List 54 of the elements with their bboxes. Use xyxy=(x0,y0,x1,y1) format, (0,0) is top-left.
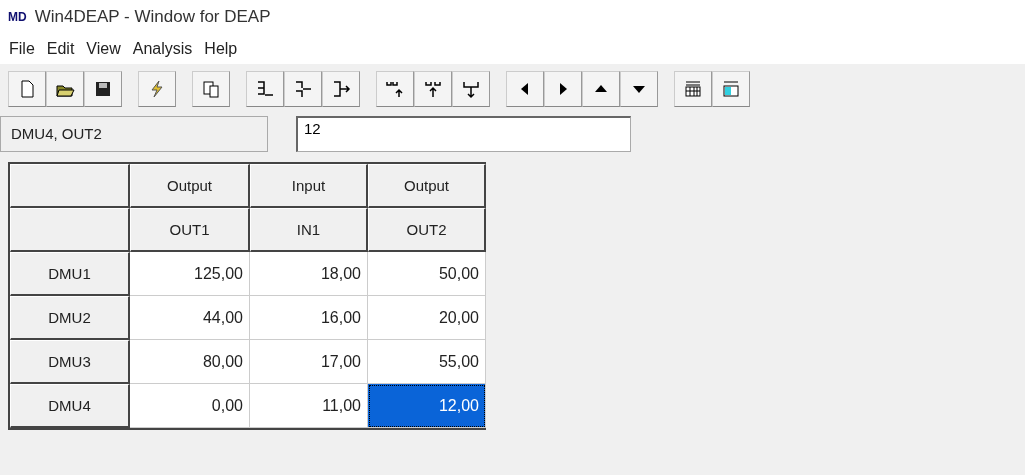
menu-item[interactable]: Analysis xyxy=(127,38,198,60)
table-cell[interactable]: 125,00 xyxy=(130,252,250,296)
toolbar-button[interactable] xyxy=(84,71,122,107)
toolbar-button[interactable] xyxy=(620,71,658,107)
menu-item[interactable]: Help xyxy=(199,38,243,60)
insert-column-icon xyxy=(293,79,313,99)
row-header[interactable]: DMU3 xyxy=(10,340,130,384)
insert-column-icon xyxy=(255,79,275,99)
column-header[interactable]: OUT2 xyxy=(368,208,486,252)
save-icon xyxy=(93,79,113,99)
table-cell[interactable]: 17,00 xyxy=(250,340,368,384)
toolbar-button[interactable] xyxy=(544,71,582,107)
table-cell[interactable]: 80,00 xyxy=(130,340,250,384)
column-header[interactable]: IN1 xyxy=(250,208,368,252)
toolbar-button[interactable] xyxy=(582,71,620,107)
toolbar-button[interactable] xyxy=(46,71,84,107)
table-cell[interactable]: 0,00 xyxy=(130,384,250,428)
append-row-icon xyxy=(461,79,481,99)
column-type-header[interactable]: Output xyxy=(130,164,250,208)
toolbar-button[interactable] xyxy=(246,71,284,107)
toolbar-button[interactable] xyxy=(506,71,544,107)
paste-icon xyxy=(201,79,221,99)
insert-row-icon xyxy=(423,79,443,99)
toolbar-button[interactable] xyxy=(452,71,490,107)
table-cell[interactable]: 16,00 xyxy=(250,296,368,340)
table-cell[interactable]: 18,00 xyxy=(250,252,368,296)
column-type-header[interactable]: Input xyxy=(250,164,368,208)
table-cell[interactable]: 44,00 xyxy=(130,296,250,340)
cell-reference: DMU4, OUT2 xyxy=(0,116,268,152)
column-type-header[interactable]: Output xyxy=(368,164,486,208)
cell-value-field[interactable]: 12 xyxy=(296,116,631,152)
toolbar-button[interactable] xyxy=(284,71,322,107)
append-column-icon xyxy=(331,79,351,99)
insert-row-icon xyxy=(385,79,405,99)
app-logo: MD xyxy=(8,10,27,24)
menu-item[interactable]: Edit xyxy=(41,38,80,60)
menu-item[interactable]: View xyxy=(81,38,126,60)
column-width-icon xyxy=(721,79,741,99)
table-cell[interactable]: 12,00 xyxy=(368,384,486,428)
table-cell[interactable]: 55,00 xyxy=(368,340,486,384)
toolbar-button[interactable] xyxy=(322,71,360,107)
table-cell[interactable]: 11,00 xyxy=(250,384,368,428)
toolbar-button[interactable] xyxy=(376,71,414,107)
row-header[interactable]: DMU4 xyxy=(10,384,130,428)
menu-item[interactable]: File xyxy=(4,38,40,60)
column-header[interactable]: OUT1 xyxy=(130,208,250,252)
table-cell[interactable]: 50,00 xyxy=(368,252,486,296)
toolbar-button[interactable] xyxy=(414,71,452,107)
table-cell[interactable]: 20,00 xyxy=(368,296,486,340)
table-width-icon xyxy=(683,79,703,99)
window-title: Win4DEAP - Window for DEAP xyxy=(34,7,271,27)
toolbar-button[interactable] xyxy=(674,71,712,107)
row-header[interactable]: DMU1 xyxy=(10,252,130,296)
row-header[interactable]: DMU2 xyxy=(10,296,130,340)
